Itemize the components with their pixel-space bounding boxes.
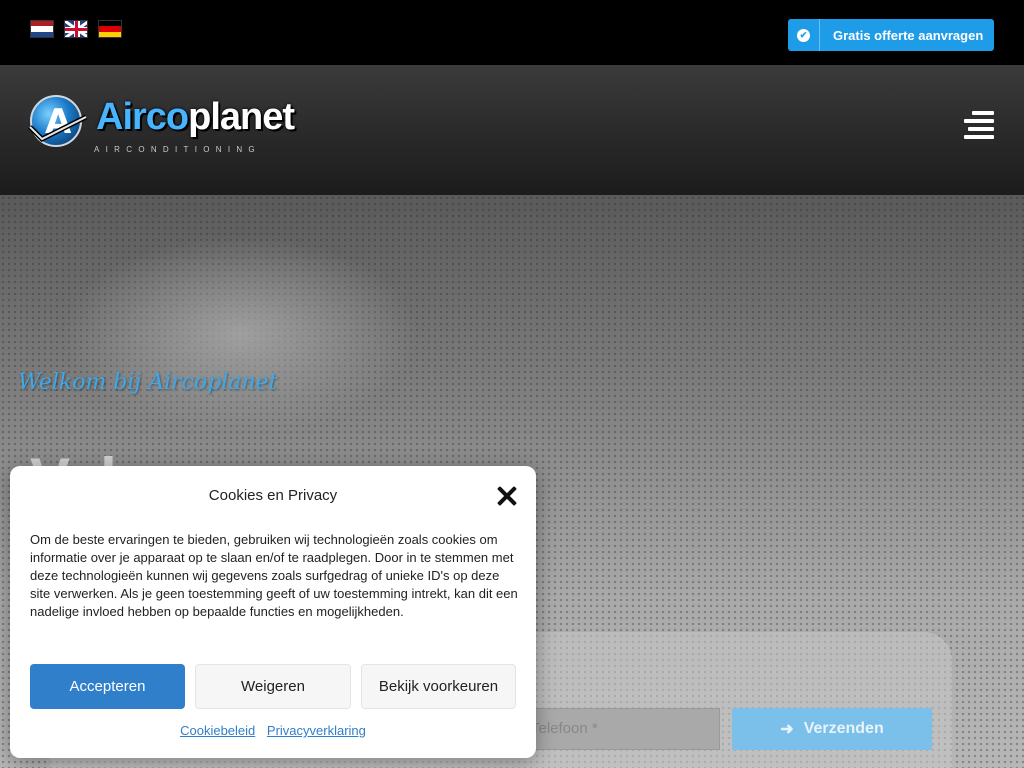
deny-button[interactable]: Weigeren <box>195 664 351 709</box>
language-switcher <box>30 20 122 38</box>
checkmark-swoosh-icon <box>28 114 88 143</box>
cookie-dialog-links: Cookiebeleid Privacyverklaring <box>10 723 536 738</box>
en-flag-icon[interactable] <box>64 20 88 38</box>
accept-button[interactable]: Accepteren <box>30 664 185 709</box>
site-header: A Aircoplanet AIRCONDITIONING <box>0 65 1024 195</box>
cookie-dialog-title: Cookies en Privacy <box>208 487 338 504</box>
arrow-right-icon: ➜ <box>780 721 794 738</box>
de-flag-icon[interactable] <box>98 20 122 38</box>
close-icon[interactable] <box>497 486 517 506</box>
view-preferences-button[interactable]: Bekijk voorkeuren <box>361 664 516 709</box>
send-label: Verzenden <box>803 720 884 737</box>
hamburger-menu-icon[interactable] <box>964 111 994 139</box>
free-quote-button[interactable]: ✔ Gratis offerte aanvragen <box>788 19 994 51</box>
aircoplanet-logo[interactable]: A Aircoplanet AIRCONDITIONING <box>28 93 305 159</box>
phone-field[interactable]: Telefoon * <box>520 708 720 750</box>
welcome-text: Welkom bij Aircoplanet <box>18 370 278 395</box>
logo-subtitle: AIRCONDITIONING <box>94 145 261 154</box>
cookie-consent-dialog: Cookies en Privacy Om de beste ervaringe… <box>10 466 536 758</box>
nl-flag-icon[interactable] <box>30 20 54 38</box>
privacy-statement-link[interactable]: Privacyverklaring <box>267 723 366 738</box>
check-circle-icon: ✔ <box>788 19 820 51</box>
free-quote-label: Gratis offerte aanvragen <box>833 27 984 43</box>
hero-glow <box>60 235 420 435</box>
logo-wordmark: Aircoplanet <box>96 96 295 138</box>
cookie-policy-link[interactable]: Cookiebeleid <box>180 723 255 738</box>
send-button[interactable]: ➜ Verzenden <box>732 708 932 750</box>
cookie-dialog-body: Om de beste ervaringen te bieden, gebrui… <box>30 532 518 619</box>
top-bar: ✔ Gratis offerte aanvragen <box>0 0 1024 65</box>
